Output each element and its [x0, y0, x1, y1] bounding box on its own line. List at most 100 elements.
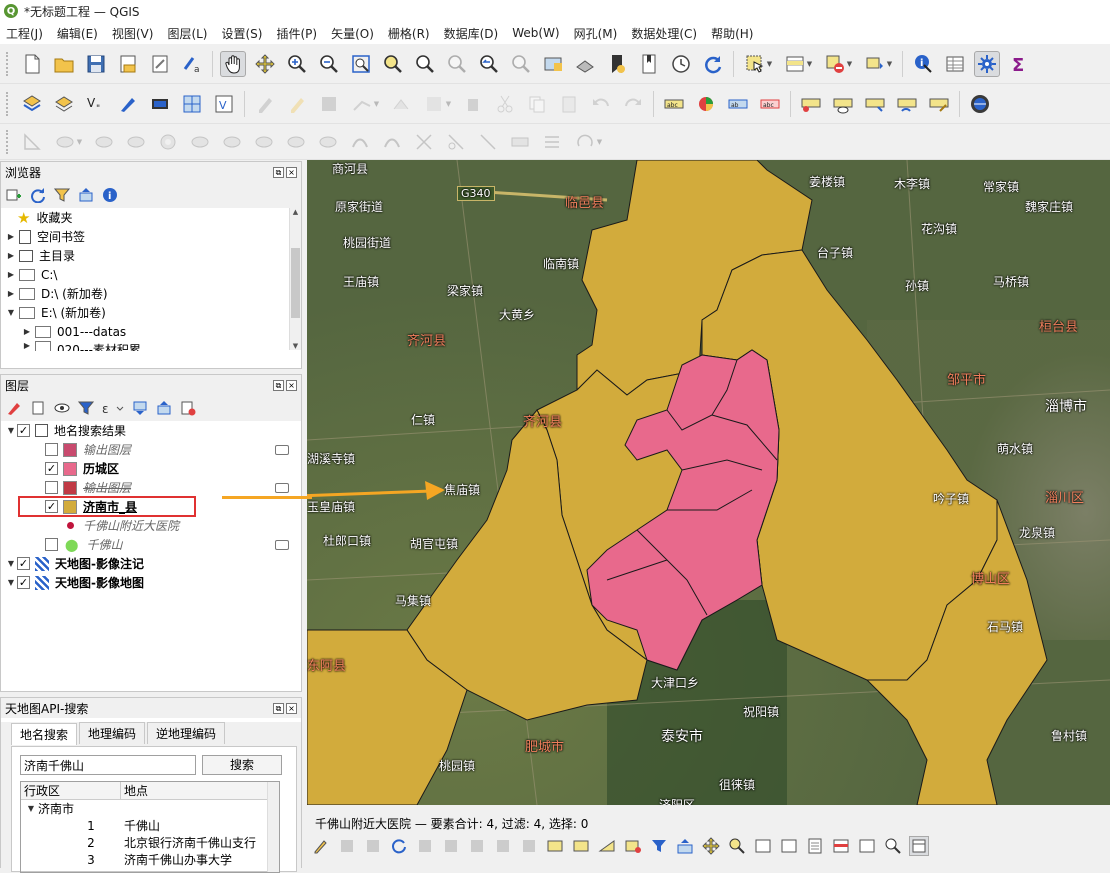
actions-icon[interactable]	[883, 836, 903, 856]
new-bookmark-icon[interactable]	[604, 51, 630, 77]
menu-plugins[interactable]: 插件(P)	[276, 25, 317, 42]
modify-attributes-icon[interactable]: ▼	[420, 91, 454, 117]
change-label-icon[interactable]	[926, 91, 952, 117]
attribute-table-icon[interactable]	[942, 51, 968, 77]
digitize-icon[interactable]	[115, 91, 141, 117]
search-button[interactable]: 搜索	[202, 755, 282, 775]
scroll-thumb[interactable]	[291, 248, 300, 318]
select-all-icon[interactable]	[571, 836, 591, 856]
tab-geocoding[interactable]: 地理编码	[79, 722, 146, 744]
close-panel-icon[interactable]: ×	[286, 166, 297, 178]
zoom-full-icon[interactable]	[348, 51, 374, 77]
layer-checkbox[interactable]	[45, 538, 58, 551]
collapse-all-layers-icon[interactable]	[155, 399, 173, 417]
data-source-manager-icon[interactable]	[19, 91, 45, 117]
filter-selection-icon[interactable]	[649, 836, 669, 856]
delete-part-icon[interactable]	[283, 129, 309, 155]
delete-feature-icon[interactable]	[441, 836, 461, 856]
invert-selection-icon[interactable]	[597, 836, 617, 856]
toolbar-grip[interactable]	[6, 51, 10, 76]
layer-tianditu-labels[interactable]: ▼ ✓ 天地图-影像注记	[1, 554, 301, 573]
results-scrollbar[interactable]	[267, 782, 279, 872]
add-feature-icon[interactable]: ▼	[348, 91, 382, 117]
save-edits-icon[interactable]	[316, 91, 342, 117]
select-by-value-icon[interactable]: ▼	[781, 51, 815, 77]
layer-hospitals[interactable]: 千佛山附近大医院	[1, 516, 301, 535]
merge-features-icon[interactable]	[507, 129, 533, 155]
layer-symbol-swatch[interactable]	[63, 499, 77, 514]
save-project-icon[interactable]	[83, 51, 109, 77]
layer-jinan-county[interactable]: ✓ 济南市_县	[18, 496, 196, 517]
deselect-icon[interactable]	[623, 836, 643, 856]
rotate-label-icon[interactable]	[894, 91, 920, 117]
layer-checkbox[interactable]	[45, 443, 58, 456]
filter-browser-icon[interactable]	[53, 186, 71, 204]
cad-digitize-icon[interactable]	[19, 129, 45, 155]
label-tool-icon[interactable]: abc	[661, 91, 687, 117]
layer-checkbox[interactable]	[45, 481, 58, 494]
layer-checkbox[interactable]: ✓	[17, 576, 30, 589]
layout-manager-icon[interactable]	[147, 51, 173, 77]
pan-to-selection-icon[interactable]	[252, 51, 278, 77]
browser-item-datas[interactable]: ▶ 001---datas	[1, 322, 301, 341]
float-panel-icon[interactable]: ⧉	[273, 379, 284, 391]
reload-table-icon[interactable]	[389, 836, 409, 856]
trim-extend-icon[interactable]	[411, 129, 437, 155]
layer-checkbox[interactable]: ✓	[17, 557, 30, 570]
layer-qianfoshan[interactable]: ⬤ 千佛山	[1, 535, 301, 554]
menu-mesh[interactable]: 网孔(M)	[574, 25, 618, 42]
menu-web[interactable]: Web(W)	[512, 26, 559, 40]
split-parts-icon[interactable]	[475, 129, 501, 155]
map-layers[interactable]	[307, 160, 1110, 805]
dock-table-icon[interactable]	[857, 836, 877, 856]
add-delimited-text-icon[interactable]: V "	[83, 91, 109, 117]
browser-scrollbar[interactable]: ▲ ▼	[289, 208, 301, 350]
layer-symbol-swatch[interactable]	[63, 442, 77, 457]
select-by-expression-icon[interactable]	[545, 836, 565, 856]
move-label-icon[interactable]	[862, 91, 888, 117]
menu-help[interactable]: 帮助(H)	[711, 25, 753, 42]
reverse-line-icon[interactable]	[379, 129, 405, 155]
redo-icon[interactable]	[620, 91, 646, 117]
zoom-in-icon[interactable]	[284, 51, 310, 77]
add-wmts-layer-icon[interactable]	[179, 91, 205, 117]
menu-processing[interactable]: 数据处理(C)	[631, 25, 697, 42]
tab-place-search[interactable]: 地名搜索	[11, 723, 78, 745]
zoom-to-selection-icon[interactable]	[727, 836, 747, 856]
add-feature-icon[interactable]	[415, 836, 435, 856]
add-part-icon[interactable]	[187, 129, 213, 155]
layer-output-2[interactable]: 输出图层	[1, 478, 301, 497]
menu-edit[interactable]: 编辑(E)	[57, 25, 98, 42]
statistics-sigma-icon[interactable]: Σ	[1006, 51, 1032, 77]
copy-icon[interactable]	[493, 836, 513, 856]
add-wms-layer-icon[interactable]	[147, 91, 173, 117]
group-checkbox[interactable]: ✓	[17, 424, 30, 437]
form-view-icon[interactable]	[909, 836, 929, 856]
add-ring-icon[interactable]	[155, 129, 181, 155]
close-panel-icon[interactable]: ×	[286, 379, 297, 391]
diagram-options-icon[interactable]	[693, 91, 719, 117]
browser-item-bookmarks[interactable]: ▶ 空间书签	[1, 227, 301, 246]
show-hide-label-icon[interactable]	[830, 91, 856, 117]
processing-toolbox-icon[interactable]	[974, 50, 1000, 77]
delete-selected-icon[interactable]	[460, 91, 486, 117]
result-row[interactable]: 1 千佛山	[21, 817, 279, 834]
select-by-location-icon[interactable]: ▼	[861, 51, 895, 77]
refresh-icon[interactable]	[700, 51, 726, 77]
result-row[interactable]: 2 北京银行济南千佛山支行	[21, 834, 279, 851]
layer-checkbox[interactable]: ✓	[45, 500, 58, 513]
new-3d-view-icon[interactable]	[572, 51, 598, 77]
new-project-icon[interactable]	[19, 51, 45, 77]
menu-project[interactable]: 工程(J)	[6, 25, 43, 42]
menu-vector[interactable]: 矢量(O)	[331, 25, 374, 42]
add-vector-tile-icon[interactable]: V	[211, 91, 237, 117]
show-bookmarks-icon[interactable]	[636, 51, 662, 77]
zoom-out-icon[interactable]	[316, 51, 342, 77]
zoom-native-icon[interactable]	[444, 51, 470, 77]
column-header-place[interactable]: 地点	[121, 782, 148, 799]
layer-tianditu-imagery[interactable]: ▼ ✓ 天地图-影像地图	[1, 573, 301, 592]
add-group-icon[interactable]	[29, 399, 47, 417]
properties-info-icon[interactable]: i	[101, 186, 119, 204]
paste-features-icon[interactable]	[556, 91, 582, 117]
paste-icon[interactable]	[519, 836, 539, 856]
